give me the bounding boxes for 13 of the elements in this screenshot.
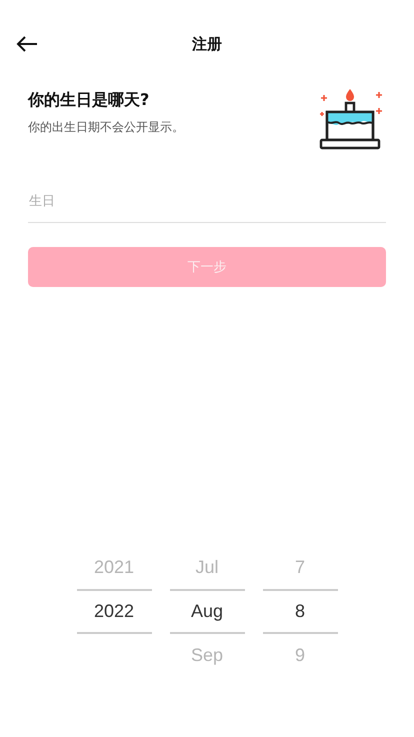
privacy-note: 你的出生日期不会公开显示。 [28,119,184,136]
picker-option[interactable]: 2021 [76,546,152,589]
page-title: 注册 [192,34,222,54]
picker-option[interactable]: 9 [262,634,338,677]
picker-option[interactable]: Aug [170,589,244,634]
picker-option[interactable]: Sep [170,634,244,677]
picker-option[interactable]: Jul [170,546,244,589]
question-heading: 你的生日是哪天? [28,90,150,111]
picker-option[interactable]: 8 [262,589,338,634]
picker-option[interactable]: 2022 [76,589,152,634]
picker-option[interactable]: 7 [262,546,338,589]
back-button[interactable] [14,34,40,54]
back-arrow-icon [16,36,38,52]
